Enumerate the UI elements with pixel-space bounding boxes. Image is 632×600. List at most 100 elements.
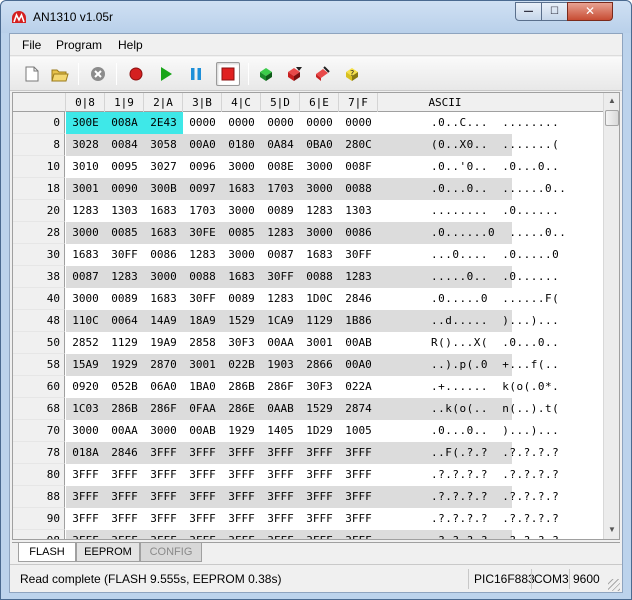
hex-cell[interactable]: 3FFF (261, 508, 300, 530)
header-col[interactable]: 6|E (300, 93, 339, 112)
hex-cell[interactable]: 1283 (183, 244, 222, 266)
hex-cell[interactable]: 0000 (222, 112, 261, 134)
ascii-cell[interactable]: .0..'0.. .0...0.. (431, 156, 571, 178)
hex-cell[interactable]: 0AAB (261, 398, 300, 420)
hex-cell[interactable]: 3FFF (300, 530, 339, 539)
table-row[interactable]: 30 1683 30FF 0086 1283 3000 0087 1683 30FF ...0..… (13, 244, 603, 266)
ascii-cell[interactable]: .0..C... ........ (431, 112, 571, 134)
hex-cell[interactable]: 3FFF (66, 508, 105, 530)
hex-cell[interactable]: 3FFF (144, 464, 183, 486)
erase-device-button[interactable] (310, 62, 334, 86)
hex-cell[interactable]: 1683 (144, 288, 183, 310)
hex-cell[interactable]: 1BA0 (183, 376, 222, 398)
scroll-thumb[interactable] (605, 110, 619, 126)
hex-cell[interactable]: 3FFF (105, 486, 144, 508)
table-row[interactable]: 0 300E 008A 2E43 0000 0000 0000 0000 0000.0..C..… (13, 112, 603, 134)
hex-cell[interactable]: 0086 (339, 222, 378, 244)
run-button[interactable] (154, 62, 178, 86)
hex-cell[interactable]: 0086 (144, 244, 183, 266)
hex-cell[interactable]: 300E (66, 112, 105, 134)
hex-cell[interactable]: 30FF (261, 266, 300, 288)
table-row[interactable]: 38 0087 1283 3000 0088 1683 30FF 0088 1283 .....0… (13, 266, 603, 288)
hex-cell[interactable]: 18A9 (183, 310, 222, 332)
hex-cell[interactable]: 0095 (105, 156, 144, 178)
hex-cell[interactable]: 2846 (105, 442, 144, 464)
hex-cell[interactable]: 300B (144, 178, 183, 200)
hex-cell[interactable]: 0087 (261, 244, 300, 266)
hex-cell[interactable]: 2846 (339, 288, 378, 310)
hex-cell[interactable]: 1703 (183, 200, 222, 222)
hex-cell[interactable]: 008E (261, 156, 300, 178)
hex-cell[interactable]: 0A84 (261, 134, 300, 156)
ascii-cell[interactable]: .?.?.?.? .?.?.?.? (431, 464, 571, 486)
table-row[interactable]: 78 018A 2846 3FFF 3FFF 3FFF 3FFF 3FFF 3FFF ..F(.?… (13, 442, 603, 464)
hex-cell[interactable]: 008F (339, 156, 378, 178)
hex-cell[interactable]: 0000 (261, 112, 300, 134)
hex-cell[interactable]: 2852 (66, 332, 105, 354)
hex-cell[interactable]: 022B (222, 354, 261, 376)
hex-cell[interactable]: 0088 (300, 266, 339, 288)
hex-cell[interactable]: 0096 (183, 156, 222, 178)
hex-cell[interactable]: 1283 (105, 266, 144, 288)
maximize-button[interactable]: ☐ (541, 2, 568, 21)
table-row[interactable]: 50 2852 1129 19A9 2858 30F3 00AA 3001 00AB R()...… (13, 332, 603, 354)
hex-cell[interactable]: 3FFF (105, 508, 144, 530)
ascii-cell[interactable]: .0......0 .....0.. (431, 222, 571, 244)
hex-cell[interactable]: 3000 (222, 200, 261, 222)
ascii-cell[interactable]: .0.....0 ......F( (431, 288, 571, 310)
hex-cell[interactable]: 3FFF (105, 464, 144, 486)
hex-cell[interactable]: 3FFF (222, 530, 261, 539)
table-row[interactable]: 68 1C03 286B 286F 0FAA 286E 0AAB 1529 2874 ..k(o(… (13, 398, 603, 420)
header-col[interactable]: 7|F (339, 93, 378, 112)
vertical-scrollbar[interactable]: ▲ ▼ (603, 93, 619, 539)
ascii-cell[interactable]: ...0.... .0.....0 (431, 244, 571, 266)
hex-cell[interactable]: 1683 (144, 200, 183, 222)
hex-cell[interactable]: 3001 (66, 178, 105, 200)
tab-flash[interactable]: FLASH (18, 543, 76, 562)
hex-cell[interactable]: 0180 (222, 134, 261, 156)
hex-cell[interactable]: 1283 (300, 200, 339, 222)
hex-cell[interactable]: 3FFF (300, 508, 339, 530)
hex-cell[interactable]: 1B86 (339, 310, 378, 332)
hex-cell[interactable]: 3FFF (144, 486, 183, 508)
table-row[interactable]: 70 3000 00AA 3000 00AB 1929 1405 1D29 1005.0...0… (13, 420, 603, 442)
hex-cell[interactable]: 3FFF (144, 530, 183, 539)
hex-cell[interactable]: 3FFF (66, 464, 105, 486)
header-col[interactable]: 4|C (222, 93, 261, 112)
hex-cell[interactable]: 0085 (105, 222, 144, 244)
hex-cell[interactable]: 052B (105, 376, 144, 398)
hex-cell[interactable]: 022A (339, 376, 378, 398)
hex-cell[interactable]: 1929 (222, 420, 261, 442)
ascii-cell[interactable]: ........ .0...... (431, 200, 571, 222)
hex-cell[interactable]: 0064 (105, 310, 144, 332)
menu-help[interactable]: Help (118, 38, 143, 52)
hex-cell[interactable]: 1529 (222, 310, 261, 332)
hex-cell[interactable]: 3001 (300, 332, 339, 354)
hex-cell[interactable]: 0000 (339, 112, 378, 134)
hex-cell[interactable]: 1D0C (300, 288, 339, 310)
table-row[interactable]: 80 3FFF 3FFF 3FFF 3FFF 3FFF 3FFF 3FFF 3FFF.?.?.?… (13, 464, 603, 486)
hex-cell[interactable]: 3FFF (144, 442, 183, 464)
table-row[interactable]: 10 3010 0095 3027 0096 3000 008E 3000 008F .0..'0… (13, 156, 603, 178)
header-col[interactable]: 0|8 (66, 93, 105, 112)
hex-cell[interactable]: 0000 (183, 112, 222, 134)
hex-cell[interactable]: 3FFF (183, 486, 222, 508)
hex-cell[interactable]: 286E (222, 398, 261, 420)
hex-cell[interactable]: 3010 (66, 156, 105, 178)
table-row[interactable]: 18 3001 0090 300B 0097 1683 1703 3000 0088.0...0… (13, 178, 603, 200)
hex-cell[interactable]: 3058 (144, 134, 183, 156)
hex-cell[interactable]: 1283 (261, 288, 300, 310)
table-row[interactable]: 8 3028 0084 3058 00A0 0180 0A84 0BA0 280C (0..X0.… (13, 134, 603, 156)
hex-cell[interactable]: 3FFF (183, 508, 222, 530)
hex-cell[interactable]: 14A9 (144, 310, 183, 332)
hex-cell[interactable]: 3FFF (261, 464, 300, 486)
record-button[interactable] (124, 62, 148, 86)
hex-cell[interactable]: 0089 (222, 288, 261, 310)
close-button[interactable]: ✕ (567, 2, 613, 21)
memory-grid[interactable]: 0|8 1|9 2|A 3|B 4|C 5|D 6|E 7|F ASCII 03… (12, 92, 620, 540)
hex-cell[interactable]: 3FFF (300, 464, 339, 486)
verify-device-button[interactable]: ? (340, 62, 364, 86)
hex-cell[interactable]: 0920 (66, 376, 105, 398)
new-button[interactable] (20, 62, 44, 86)
hex-cell[interactable]: 286F (144, 398, 183, 420)
